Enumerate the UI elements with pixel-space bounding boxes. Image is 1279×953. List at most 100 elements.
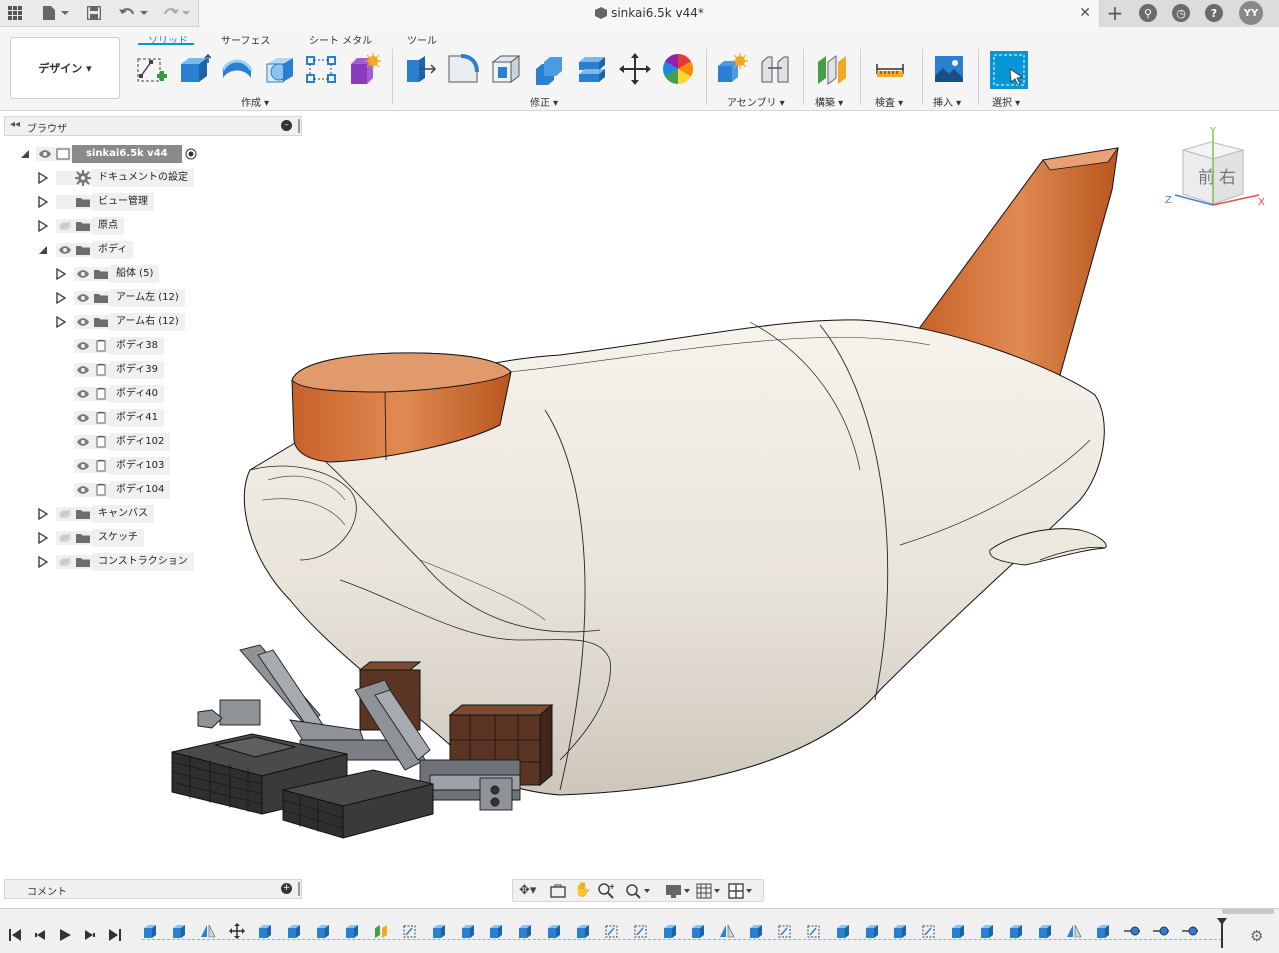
user-avatar[interactable]: YY (1238, 1, 1264, 25)
insert-image-icon[interactable] (932, 52, 966, 86)
tree-item-label[interactable]: ボディ39 (110, 361, 165, 379)
timeline-feature-extrude-icon[interactable] (662, 923, 678, 942)
tree-item[interactable]: スケッチ (36, 528, 144, 548)
sweep-icon[interactable] (263, 52, 297, 86)
tree-item[interactable]: ボディ104 (54, 480, 171, 500)
visibility-eye-icon[interactable] (74, 291, 92, 305)
collapse-panel-icon[interactable]: ◂◂ (10, 119, 20, 130)
timeline-feature-sketch-icon[interactable] (806, 923, 822, 942)
collapsed-triangle-icon[interactable] (36, 195, 50, 209)
timeline-feature-extrude-icon[interactable] (171, 923, 187, 942)
apps-grid-icon[interactable] (4, 2, 26, 24)
timeline-feature-extrude-icon[interactable] (488, 923, 504, 942)
collapsed-triangle-icon[interactable] (54, 291, 68, 305)
timeline-feature-extrude-icon[interactable] (344, 923, 360, 942)
timeline-feature-move-icon[interactable] (229, 923, 245, 942)
tree-item-label[interactable]: ボディ40 (110, 385, 165, 403)
timeline-feature-extrude-icon[interactable] (1037, 923, 1053, 942)
measure-icon[interactable] (873, 52, 907, 86)
extrude-icon[interactable] (177, 52, 211, 86)
timeline-feature-extrude-icon[interactable] (517, 923, 533, 942)
tab-surface[interactable]: サーフェス (221, 32, 270, 47)
select-icon[interactable] (990, 51, 1028, 89)
timeline-feature-extrude-icon[interactable] (142, 923, 158, 942)
step-forward-icon[interactable] (83, 928, 97, 945)
visibility-eye-icon[interactable] (74, 267, 92, 281)
group-assemble[interactable]: アセンブリ ▾ (727, 94, 785, 109)
timeline-feature-extrude-icon[interactable] (892, 923, 908, 942)
collapsed-triangle-icon[interactable] (54, 315, 68, 329)
group-inspect[interactable]: 検査 ▾ (875, 94, 903, 109)
tree-item-label[interactable]: ボディ38 (110, 337, 165, 355)
timeline-feature-extrude-icon[interactable] (546, 923, 562, 942)
job-status-icon[interactable]: ◷ (1170, 2, 1192, 24)
panel-resize-handle[interactable] (298, 882, 300, 896)
timeline-feature-plane-icon[interactable] (373, 923, 389, 942)
timeline-feature-mirror-icon[interactable] (1066, 923, 1082, 942)
go-to-start-icon[interactable] (8, 928, 22, 945)
tree-item-label[interactable]: スケッチ (92, 529, 144, 547)
tab-tools[interactable]: ツール (407, 32, 437, 47)
pan-hand-icon[interactable]: ✋ (574, 882, 591, 898)
tree-item[interactable]: 原点 (36, 216, 124, 236)
file-menu-icon[interactable] (38, 2, 72, 24)
timeline-feature-joint-icon[interactable] (1123, 923, 1141, 942)
visibility-eye-icon[interactable] (74, 483, 92, 497)
tree-item[interactable]: ボディ41 (54, 408, 165, 428)
tree-item[interactable]: キャンバス (36, 504, 154, 524)
timeline-feature-extrude-icon[interactable] (748, 923, 764, 942)
visibility-eye-icon[interactable] (74, 387, 92, 401)
display-settings-icon[interactable] (665, 883, 691, 902)
play-icon[interactable] (58, 928, 72, 945)
extensions-icon[interactable]: ⚲ (1137, 2, 1159, 24)
model-viewport[interactable] (160, 135, 1150, 845)
new-tab-plus-icon[interactable]: + (1104, 1, 1126, 25)
minimize-browser-icon[interactable]: – (281, 120, 292, 131)
timeline-feature-extrude-icon[interactable] (575, 923, 591, 942)
group-construct[interactable]: 構築 ▾ (815, 94, 843, 109)
visibility-eye-icon[interactable] (74, 339, 92, 353)
expanded-triangle-icon[interactable] (18, 147, 32, 161)
combine-icon[interactable] (532, 52, 566, 86)
timeline-feature-extrude-icon[interactable] (864, 923, 880, 942)
tree-item[interactable]: ボディ39 (54, 360, 165, 380)
joint-icon[interactable] (758, 52, 792, 86)
press-pull-icon[interactable] (403, 52, 437, 86)
collapsed-triangle-icon[interactable] (36, 171, 50, 185)
tree-item[interactable]: ボディ38 (54, 336, 165, 356)
help-icon[interactable]: ? (1203, 2, 1225, 24)
timeline-feature-extrude-icon[interactable] (460, 923, 476, 942)
timeline-marker[interactable] (1216, 918, 1228, 951)
appearance-icon[interactable] (661, 52, 695, 86)
group-insert[interactable]: 挿入 ▾ (933, 94, 961, 109)
tree-item-label[interactable]: ボディ41 (110, 409, 165, 427)
create-form-icon[interactable] (347, 52, 381, 86)
timeline-feature-sketch-icon[interactable] (633, 923, 649, 942)
visibility-eye-icon[interactable] (74, 315, 92, 329)
visibility-eye-icon[interactable] (56, 507, 74, 521)
visibility-eye-icon[interactable] (74, 363, 92, 377)
timeline-feature-extrude-icon[interactable] (1008, 923, 1024, 942)
zoom-icon[interactable] (598, 883, 615, 902)
group-modify[interactable]: 修正 ▾ (530, 94, 558, 109)
save-icon[interactable] (84, 2, 104, 24)
group-select[interactable]: 選択 ▾ (992, 94, 1020, 109)
tree-item[interactable]: 船体 (5) (54, 264, 160, 284)
visibility-eye-icon[interactable] (36, 147, 54, 161)
timeline-settings-gear-icon[interactable]: ⚙ (1250, 927, 1263, 945)
collapsed-triangle-icon[interactable] (36, 531, 50, 545)
workspace-switcher-button[interactable]: デザイン ▾ (10, 37, 120, 99)
fit-icon[interactable] (625, 883, 651, 902)
look-at-icon[interactable] (550, 884, 566, 901)
tree-item-label[interactable]: 船体 (5) (110, 265, 160, 283)
timeline-feature-extrude-icon[interactable] (1095, 923, 1111, 942)
undo-icon[interactable] (116, 2, 150, 24)
tree-item[interactable]: ビュー管理 (36, 192, 154, 212)
timeline-feature-extrude-icon[interactable] (431, 923, 447, 942)
document-tab[interactable]: sinkai6.5k v44* ✕ (198, 0, 1100, 27)
timeline-feature-joint-icon[interactable] (1181, 923, 1199, 942)
move-copy-icon[interactable] (618, 52, 652, 86)
create-sketch-icon[interactable] (135, 52, 169, 86)
timeline-feature-extrude-icon[interactable] (315, 923, 331, 942)
offset-plane-icon[interactable] (815, 52, 849, 86)
